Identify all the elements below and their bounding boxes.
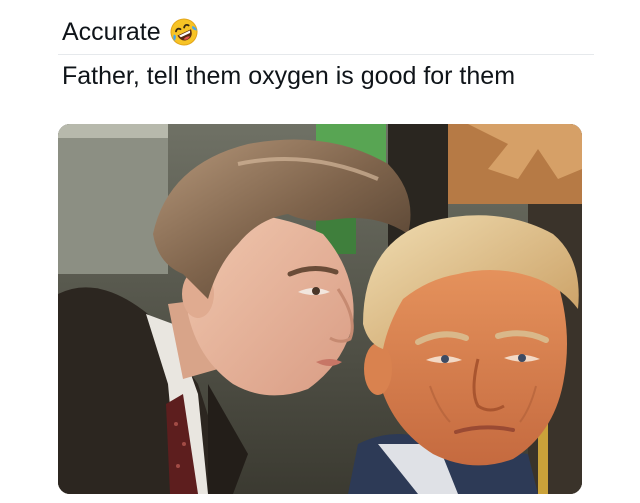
post-text: Father, tell them oxygen is good for the… xyxy=(62,62,516,90)
post-photo[interactable] xyxy=(58,124,582,494)
post-header: Accurate xyxy=(62,14,199,50)
photo-illustration xyxy=(58,124,582,494)
header-caption: Accurate xyxy=(62,18,161,46)
header-divider xyxy=(58,54,594,55)
rolling-on-floor-laughing-icon xyxy=(169,17,199,47)
meme-post: Accurate Father, tell them oxygen is goo… xyxy=(0,0,640,503)
